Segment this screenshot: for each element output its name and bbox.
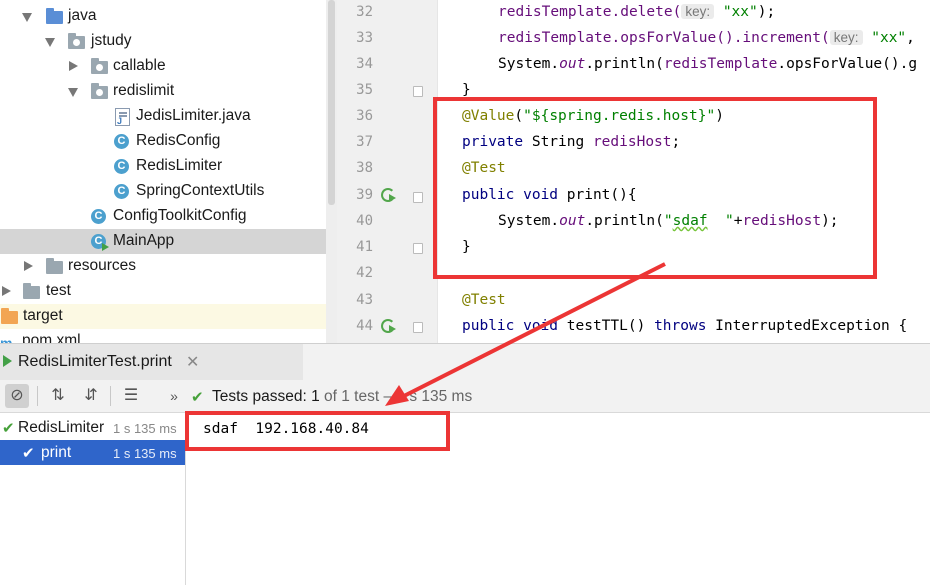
arrow-head	[385, 385, 409, 406]
annotation-arrow	[385, 262, 666, 406]
arrow-line	[399, 262, 666, 400]
